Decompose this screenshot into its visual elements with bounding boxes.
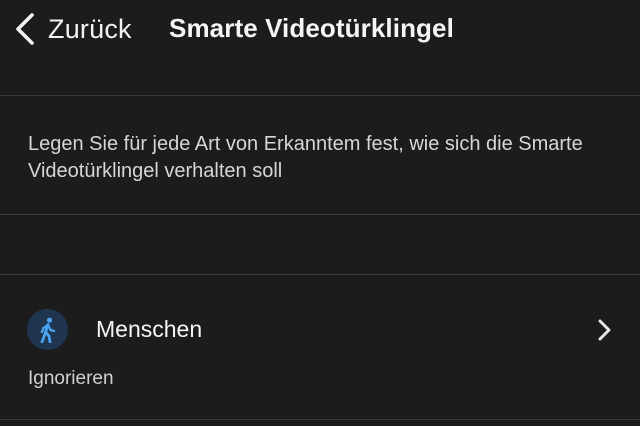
chevron-left-icon <box>16 13 34 45</box>
detection-label: Menschen <box>96 316 203 342</box>
person-walking-icon <box>27 309 68 350</box>
back-button[interactable]: Zurück <box>14 10 132 48</box>
section-spacer <box>0 216 640 275</box>
description-section: Legen Sie für jede Art von Erkanntem fes… <box>0 97 640 215</box>
description-text: Legen Sie für jede Art von Erkanntem fes… <box>28 133 583 182</box>
page-title: Smarte Videotürklingel <box>169 13 454 43</box>
chevron-right-icon <box>598 319 611 341</box>
navigation-bar: Zurück Smarte Videotürklingel <box>0 0 640 96</box>
detection-row-people[interactable]: Menschen Ignorieren <box>0 276 640 420</box>
doorbell-settings-screen: Zurück Smarte Videotürklingel Legen Sie … <box>0 0 640 426</box>
back-label: Zurück <box>48 13 132 44</box>
detection-status: Ignorieren <box>28 368 114 389</box>
